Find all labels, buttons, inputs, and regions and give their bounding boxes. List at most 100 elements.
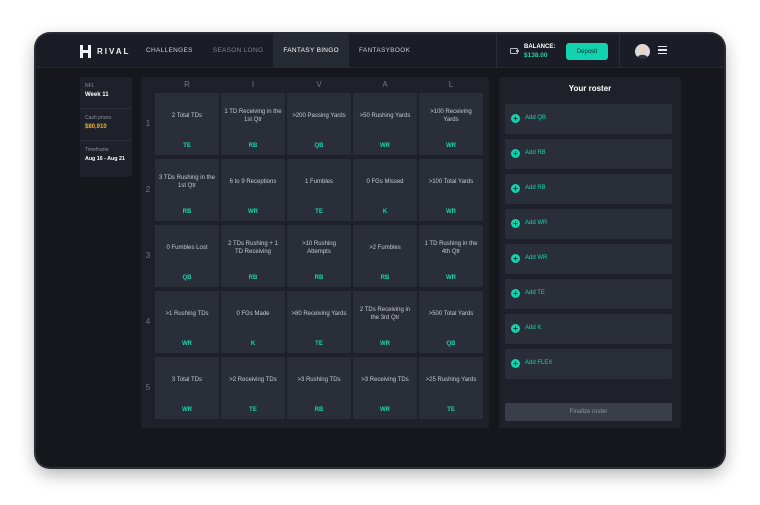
row-number: 1	[145, 119, 151, 128]
roster-slot[interactable]: + Add TE	[505, 279, 672, 309]
bingo-cell[interactable]: 0 FGs Made K	[221, 291, 285, 353]
roster-slot-label: Add K	[525, 325, 542, 331]
bingo-cell-prop: >2 Fumbles	[369, 245, 401, 251]
logo-text: RIVAL	[97, 46, 131, 56]
roster-panel: Your roster + Add QB + Add RB + Add RB + Add WR…	[499, 77, 681, 428]
plus-circle-icon[interactable]: +	[511, 359, 520, 368]
bingo-cell[interactable]: >200 Passing Yards QB	[287, 93, 351, 155]
contest-info-panel: NFL Week 11 Cash prizes $80,910 Timefram…	[80, 77, 132, 177]
bingo-cell-prop: >500 Total Yards	[428, 311, 474, 317]
plus-circle-icon[interactable]: +	[511, 149, 520, 158]
bingo-cell-position: RB	[248, 275, 258, 281]
roster-slot[interactable]: + Add RB	[505, 139, 672, 169]
column-header: I	[251, 80, 255, 89]
bingo-cell[interactable]: 3 Total TDs WR	[155, 357, 219, 419]
roster-slot-label: Add FLEX	[525, 360, 553, 366]
bingo-cell-prop: 2 TDs Rushing + 1 TD Receiving	[228, 241, 278, 255]
plus-circle-icon[interactable]: +	[511, 114, 520, 123]
roster-slot[interactable]: + Add WR	[505, 244, 672, 274]
bingo-cell-position: WR	[446, 275, 456, 281]
bingo-cell-position: WR	[446, 209, 456, 215]
bingo-cell-position: QB	[182, 275, 192, 281]
timeframe-value: Aug 16 - Aug 21	[85, 156, 125, 162]
league-info: NFL Week 11	[80, 77, 132, 109]
column-header: L	[448, 80, 454, 89]
bingo-cell[interactable]: 1 TD Rushing in the 4th Qtr WR	[419, 225, 483, 287]
bingo-cell-position: WR	[380, 341, 390, 347]
bingo-cell[interactable]: 2 TDs Receiving in the 3rd Qtr WR	[353, 291, 417, 353]
bingo-cell[interactable]: 0 FGs Missed K	[353, 159, 417, 221]
bingo-cell-position: K	[382, 209, 388, 215]
finalize-roster-button[interactable]: Finalize roster	[505, 403, 672, 421]
roster-slot[interactable]: + Add K	[505, 314, 672, 344]
roster-slot-label: Add RB	[525, 150, 546, 156]
bingo-cell-position: TE	[249, 407, 257, 413]
plus-circle-icon[interactable]: +	[511, 289, 520, 298]
bingo-cell-position: QB	[446, 341, 456, 347]
bingo-cell-position: RB	[248, 143, 258, 149]
bingo-cell[interactable]: 6 to 9 Receptions WR	[221, 159, 285, 221]
app-window: RIVAL CHALLENGES SEASON LONG FANTASY BIN…	[36, 34, 724, 467]
main-nav: CHALLENGES SEASON LONG FANTASY BINGO FAN…	[136, 34, 420, 67]
bingo-cell[interactable]: >100 Total Yards WR	[419, 159, 483, 221]
bingo-cell[interactable]: >3 Rushing TDs RB	[287, 357, 351, 419]
bingo-cell-prop: >10 Rushing Attempts	[302, 241, 336, 255]
bingo-cell[interactable]: 0 Fumbles Lost QB	[155, 225, 219, 287]
bingo-cell[interactable]: 2 TDs Rushing + 1 TD Receiving RB	[221, 225, 285, 287]
balance-value: $138.00	[524, 52, 548, 59]
bingo-cell-position: RB	[380, 275, 390, 281]
bingo-cell-prop: 1 Fumbles	[304, 179, 333, 185]
bingo-cell-prop: 0 FGs Made	[236, 311, 270, 317]
avatar[interactable]	[635, 44, 650, 59]
plus-circle-icon[interactable]: +	[511, 254, 520, 263]
nav-fantasybook[interactable]: FANTASYBOOK	[349, 34, 420, 67]
bingo-cell[interactable]: >25 Rushing Yards TE	[419, 357, 483, 419]
bingo-cell[interactable]: >10 Rushing Attempts RB	[287, 225, 351, 287]
roster-slot[interactable]: + Add FLEX	[505, 349, 672, 379]
bingo-cell-prop: 0 FGs Missed	[366, 179, 404, 185]
bingo-cell[interactable]: >2 Receiving TDs TE	[221, 357, 285, 419]
plus-circle-icon[interactable]: +	[511, 184, 520, 193]
bingo-cell-position: TE	[315, 341, 323, 347]
roster-slot-label: Add WR	[525, 220, 548, 226]
roster-slot[interactable]: + Add QB	[505, 104, 672, 134]
nav-challenges[interactable]: CHALLENGES	[136, 34, 203, 67]
column-header: A	[382, 80, 388, 89]
plus-circle-icon[interactable]: +	[511, 219, 520, 228]
bingo-cell[interactable]: >50 Rushing Yards WR	[353, 93, 417, 155]
bingo-cell[interactable]: >2 Fumbles RB	[353, 225, 417, 287]
bingo-cell-position: WR	[446, 143, 456, 149]
bingo-cell-prop: >80 Receiving Yards	[291, 311, 347, 317]
deposit-button[interactable]: Deposit	[566, 43, 608, 60]
roster-slot[interactable]: + Add RB	[505, 174, 672, 204]
bingo-cell[interactable]: >3 Receiving TDs WR	[353, 357, 417, 419]
bingo-cell-position: RB	[314, 407, 324, 413]
bingo-cell[interactable]: 1 Fumbles TE	[287, 159, 351, 221]
bingo-cell-position: TE	[183, 143, 191, 149]
bingo-cell-position: RB	[182, 209, 192, 215]
bingo-cell[interactable]: 1 TD Receiving in the 1st Qtr RB	[221, 93, 285, 155]
timeframe-info: Timeframe Aug 16 - Aug 21	[80, 141, 132, 173]
bingo-cell-prop: >200 Passing Yards	[292, 113, 346, 119]
bingo-cell[interactable]: 3 TDs Rushing in the 1st Qtr RB	[155, 159, 219, 221]
bingo-cell[interactable]: >100 Receiving Yards WR	[419, 93, 483, 155]
roster-slot-label: Add RB	[525, 185, 546, 191]
roster-slot[interactable]: + Add WR	[505, 209, 672, 239]
bingo-cell[interactable]: >1 Rushing TDs WR	[155, 291, 219, 353]
bingo-cell[interactable]: >500 Total Yards QB	[419, 291, 483, 353]
nav-fantasy-bingo[interactable]: FANTASY BINGO	[273, 34, 350, 67]
column-header: R	[184, 80, 190, 89]
bingo-cell[interactable]: >80 Receiving Yards TE	[287, 291, 351, 353]
bingo-cell-prop: >50 Rushing Yards	[359, 113, 411, 119]
bingo-cell-prop: 3 Total TDs	[171, 377, 203, 383]
rival-logo[interactable]: RIVAL	[80, 44, 130, 58]
bingo-cell-prop: >100 Receiving Yards	[430, 109, 472, 123]
bingo-cell-position: WR	[182, 407, 192, 413]
hamburger-menu-icon[interactable]	[658, 46, 667, 54]
nav-season-long[interactable]: SEASON LONG	[203, 34, 274, 67]
column-header: V	[316, 80, 322, 89]
plus-circle-icon[interactable]: +	[511, 324, 520, 333]
row-number: 3	[145, 251, 151, 260]
bingo-cell[interactable]: 2 Total TDs TE	[155, 93, 219, 155]
roster-slot-label: Add WR	[525, 255, 548, 261]
